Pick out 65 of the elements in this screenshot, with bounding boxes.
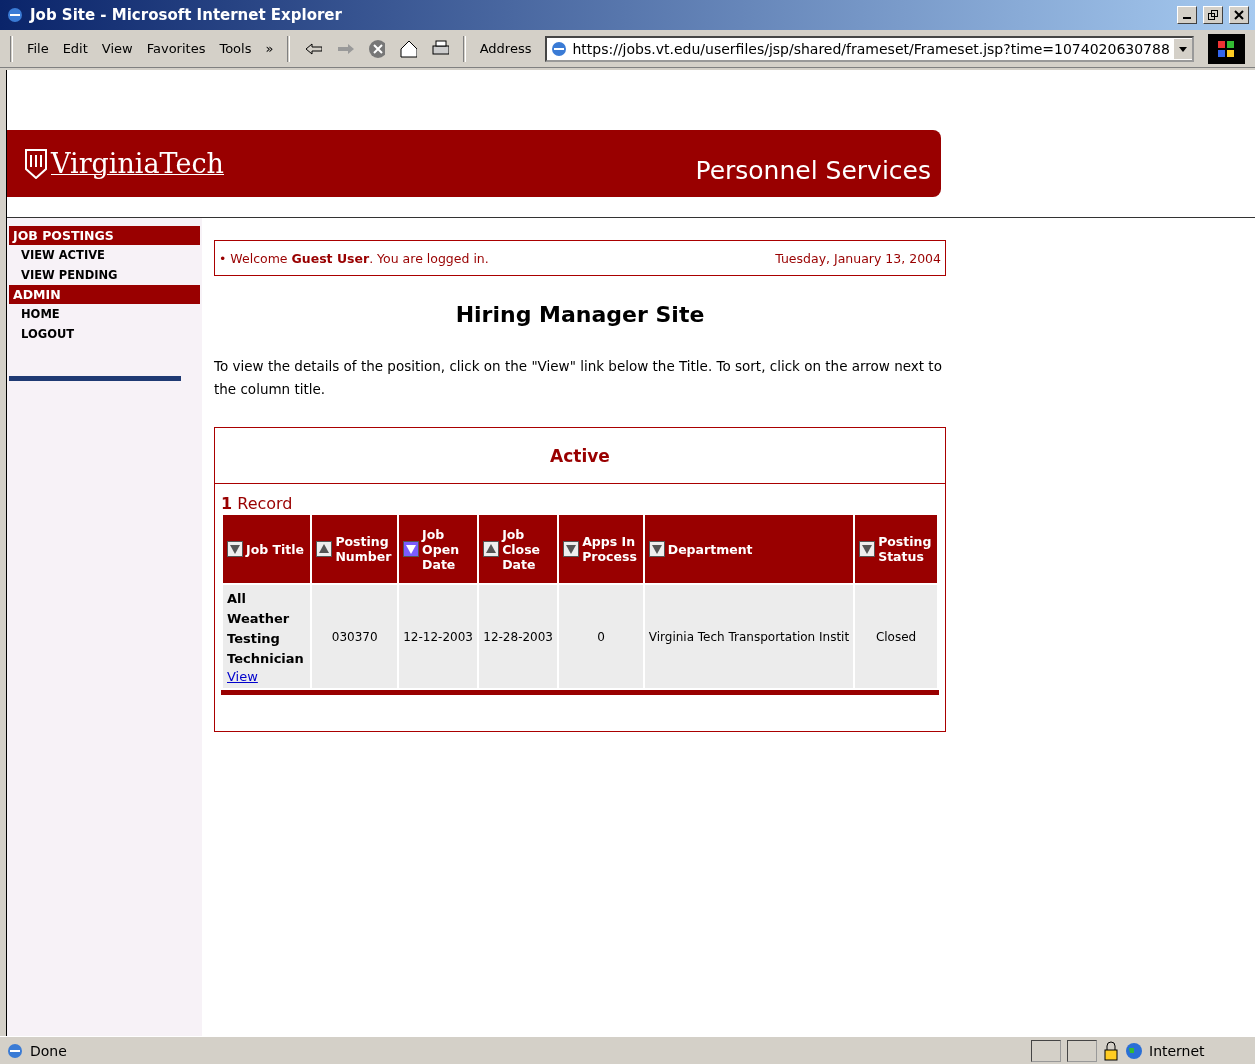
sidebar-heading: JOB POSTINGS	[9, 226, 200, 245]
menu-item[interactable]: View	[101, 41, 133, 56]
sort-down-icon[interactable]	[563, 541, 580, 557]
column-label: Department	[667, 541, 753, 557]
minimize-button[interactable]	[1177, 6, 1197, 24]
record-count: 1 Record	[220, 493, 294, 513]
table-cell: Closed	[855, 585, 937, 688]
status-pane	[1067, 1039, 1097, 1062]
menu-item[interactable]: Favorites	[146, 41, 206, 56]
sidebar-link[interactable]: VIEW PENDING	[9, 265, 200, 285]
address-label: Address	[479, 41, 532, 56]
dropdown-icon[interactable]	[1173, 38, 1192, 59]
restore-icon	[1208, 10, 1218, 20]
browser-icon	[6, 6, 24, 24]
current-date: Tuesday, January 13, 2004	[775, 250, 941, 266]
job-title: All Weather Testing Technician	[227, 590, 305, 668]
page-heading: Hiring Manager Site	[454, 302, 706, 327]
menu-item[interactable]: Edit	[62, 41, 88, 56]
column-label: Job Close Date	[502, 526, 542, 572]
view-link[interactable]: View	[227, 669, 258, 684]
window-title: Job Site - Microsoft Internet Explorer	[30, 6, 343, 24]
table-cell: 030370	[312, 585, 398, 688]
column-label: Job Open Date	[422, 526, 461, 572]
page-icon	[550, 39, 569, 58]
sort-down-icon[interactable]	[648, 541, 665, 557]
sort-down-icon[interactable]	[859, 541, 876, 557]
sort-up-icon[interactable]	[316, 541, 333, 557]
banner-title: Personnel Services	[695, 156, 931, 185]
menu-overflow[interactable]: »	[265, 41, 274, 56]
sidebar-heading: ADMIN	[9, 285, 200, 304]
instructions-text: To view the details of the position, click on the "View" link below the Title. To sort, click on the arrow next to the column title.	[214, 357, 943, 399]
restore-button[interactable]	[1203, 6, 1223, 24]
sort-down-icon[interactable]	[227, 541, 243, 557]
table-cell: 12-28-2003	[479, 585, 558, 688]
close-icon	[1234, 10, 1244, 20]
column-label: Job Title	[246, 541, 305, 557]
menu-item[interactable]: Tools	[219, 41, 252, 56]
sidebar-link[interactable]: LOGOUT	[9, 324, 200, 344]
globe-icon	[1125, 1041, 1143, 1060]
page-icon	[6, 1041, 24, 1060]
sort-down-icon[interactable]	[403, 541, 420, 557]
sidebar-link[interactable]: HOME	[9, 304, 200, 324]
back-icon[interactable]	[304, 40, 322, 57]
table-cell: 0	[559, 585, 643, 688]
home-icon[interactable]	[399, 38, 418, 59]
close-button[interactable]	[1229, 6, 1249, 24]
column-label: Apps In Process	[582, 534, 638, 564]
windows-logo	[1207, 33, 1245, 64]
lock-icon	[1103, 1040, 1119, 1061]
stop-icon[interactable]	[367, 38, 386, 59]
table-cell: Virginia Tech Transportation Instit	[644, 585, 854, 688]
menu-item[interactable]: File	[26, 41, 49, 56]
zone-text: Internet	[1149, 1042, 1206, 1059]
status-pane	[1031, 1039, 1061, 1062]
status-text: Done	[30, 1042, 68, 1059]
sort-up-icon[interactable]	[483, 541, 500, 557]
column-label: Posting Status	[878, 534, 933, 564]
column-label: Posting Number	[335, 534, 393, 564]
address-field[interactable]: https://jobs.vt.edu/userfiles/jsp/shared/frameset/Frameset.jsp?time=1074020630788	[545, 35, 1194, 62]
shield-icon	[25, 148, 47, 179]
sidebar-link[interactable]: VIEW ACTIVE	[9, 245, 200, 265]
university-logo[interactable]: VirginiaTech	[51, 148, 224, 179]
panel-title: Active	[215, 428, 945, 484]
table-cell: 12-12-2003	[399, 585, 478, 688]
welcome-message: • Welcome Guest User. You are logged in.	[219, 250, 489, 266]
